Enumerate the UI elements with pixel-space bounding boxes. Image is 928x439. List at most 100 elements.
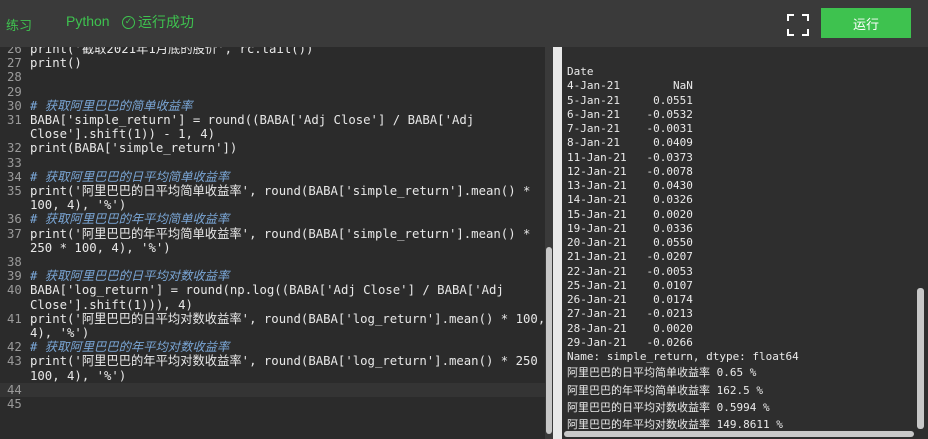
line-number: 39: [7, 269, 22, 284]
code-line[interactable]: 31 BABA['simple_return'] = round((BABA['A…: [0, 113, 545, 127]
output-line: Date: [567, 65, 594, 78]
code-line[interactable]: Close'].shift(1))), 4): [0, 298, 545, 312]
output-line: 20-Jan-21 0.0550: [567, 236, 693, 249]
fullscreen-icon[interactable]: [786, 13, 810, 37]
code-text: Close'].shift(1)) - 1, 4): [30, 127, 216, 142]
code-line[interactable]: 33: [0, 156, 545, 170]
output-line: 7-Jan-21 -0.0031: [567, 122, 693, 135]
output-line: 19-Jan-21 0.0336: [567, 221, 693, 235]
line-number: 45: [7, 397, 22, 412]
code-line[interactable]: 4), '%'): [0, 326, 545, 340]
run-status: ✓ 运行成功: [122, 12, 194, 32]
line-number: 26: [7, 47, 22, 56]
code-line[interactable]: 26 print('截取2021年1月底的股价', rc.tail()): [0, 47, 545, 56]
code-text: print('阿里巴巴的年平均对数收益率', round(BABA['log_r…: [30, 354, 545, 369]
output-lines: Date 4-Jan-21 NaN 5-Jan-21 0.0551 6-Jan-21 …: [567, 65, 799, 433]
code-line[interactable]: 41 print('阿里巴巴的日平均对数收益率', round(BABA['log…: [0, 312, 545, 326]
code-comment: # 获取阿里巴巴的年平均简单收益率: [30, 212, 230, 227]
output-line: 22-Jan-21 -0.0053: [567, 264, 693, 278]
line-number: 41: [7, 311, 22, 326]
code-line[interactable]: 100, 4), '%'): [0, 369, 545, 383]
line-number: 35: [7, 184, 22, 199]
output-line: 28-Jan-21 0.0020: [567, 321, 693, 335]
code-line[interactable]: 43 print('阿里巴巴的年平均对数收益率', round(BABA['log…: [0, 354, 545, 368]
code-text: print('阿里巴巴的日平均简单收益率', round(BABA['simpl…: [30, 184, 531, 199]
line-number: [0, 369, 30, 383]
code-line[interactable]: 28: [0, 70, 545, 84]
line-number: 42: [7, 340, 22, 355]
code-text: BABA['simple_return'] = round((BABA['Adj…: [30, 113, 475, 128]
code-text: 250 * 100, 4), '%'): [30, 240, 171, 255]
code-text: print(BABA['simple_return']): [30, 141, 238, 156]
editor-scrollbar-thumb[interactable]: [546, 247, 552, 434]
code-text: BABA['log_return'] = round(np.log((BABA[…: [30, 283, 504, 298]
code-text: 4), '%'): [30, 326, 90, 341]
line-number: [0, 326, 30, 340]
line-number: 27: [7, 56, 22, 71]
code-line[interactable]: 40 BABA['log_return'] = round(np.log((BAB…: [0, 283, 545, 297]
code-line[interactable]: 29: [0, 85, 545, 99]
code-editor[interactable]: 26 print('截取2021年1月底的股价', rc.tail()) 27 pri…: [0, 47, 545, 439]
line-number: 38: [7, 255, 22, 270]
run-button[interactable]: 运行: [821, 8, 911, 38]
code-comment: # 获取阿里巴巴的简单收益率: [30, 98, 193, 113]
output-line: 29-Jan-21 -0.0266: [567, 335, 693, 349]
output-line: 12-Jan-21 -0.0078: [567, 164, 693, 178]
output-line: 25-Jan-21 0.0107: [567, 278, 693, 292]
code-line[interactable]: 45: [0, 397, 545, 411]
line-number: 31: [7, 113, 22, 128]
output-line: 11-Jan-21 -0.0373: [567, 150, 693, 164]
code-line[interactable]: 250 * 100, 4), '%'): [0, 241, 545, 255]
tab-practice[interactable]: 练习: [6, 15, 32, 34]
code-line[interactable]: 34 # 获取阿里巴巴的日平均简单收益率: [0, 170, 545, 184]
output-line: 13-Jan-21 0.0430: [567, 179, 693, 192]
editor-scrollbar[interactable]: [545, 47, 553, 439]
output-line: 6-Jan-21 -0.0532: [567, 107, 693, 121]
code-text: print('阿里巴巴的日平均对数收益率', round(BABA['log_r…: [30, 311, 545, 326]
line-number: [0, 127, 30, 141]
pane-divider[interactable]: [553, 47, 562, 439]
line-number: [0, 198, 30, 212]
line-number: 44: [7, 382, 22, 397]
output-vertical-scrollbar[interactable]: [917, 288, 924, 429]
output-result-line: 阿里巴巴的日平均对数收益率 0.5994 %: [567, 400, 770, 414]
line-number: 34: [7, 169, 22, 184]
run-status-text: 运行成功: [138, 15, 194, 31]
line-number: [0, 298, 30, 312]
code-line[interactable]: 32 print(BABA['simple_return']): [0, 141, 545, 155]
line-number: 43: [7, 354, 22, 369]
code-line[interactable]: 39 # 获取阿里巴巴的日平均对数收益率: [0, 269, 545, 283]
code-text: print(): [30, 56, 82, 71]
output-horizontal-scrollbar[interactable]: [564, 431, 914, 437]
output-line: 27-Jan-21 -0.0213: [567, 307, 693, 321]
top-toolbar: 练习 Python ✓ 运行成功 运行: [0, 0, 928, 47]
output-console: Date 4-Jan-21 NaN 5-Jan-21 0.0551 6-Jan-21 …: [562, 47, 928, 439]
code-line[interactable]: 44: [0, 382, 545, 398]
code-line[interactable]: 36 # 获取阿里巴巴的年平均简单收益率: [0, 212, 545, 226]
output-line: 14-Jan-21 0.0326: [567, 193, 693, 207]
code-line[interactable]: 27 print(): [0, 56, 545, 70]
output-line: 21-Jan-21 -0.0207: [567, 250, 693, 264]
output-line: 26-Jan-21 0.0174: [567, 293, 693, 306]
code-line[interactable]: 38: [0, 255, 545, 269]
language-label: Python: [66, 13, 110, 29]
code-line[interactable]: 42 # 获取阿里巴巴的年平均对数收益率: [0, 340, 545, 354]
code-text: 100, 4), '%'): [30, 368, 127, 383]
output-result-line: 阿里巴巴的年平均简单收益率 162.5 %: [567, 383, 763, 397]
line-number: [0, 241, 30, 255]
code-line[interactable]: 100, 4), '%'): [0, 198, 545, 212]
code-line[interactable]: 35 print('阿里巴巴的日平均简单收益率', round(BABA['sim…: [0, 184, 545, 198]
code-text: print('阿里巴巴的年平均简单收益率', round(BABA['simpl…: [30, 226, 531, 241]
code-comment: # 获取阿里巴巴的日平均对数收益率: [30, 269, 230, 284]
line-number: 29: [7, 84, 22, 99]
code-text: Close'].shift(1))), 4): [30, 297, 193, 312]
output-line: 15-Jan-21 0.0020: [567, 207, 693, 221]
code-comment: # 获取阿里巴巴的日平均简单收益率: [30, 169, 230, 184]
code-line[interactable]: 30 # 获取阿里巴巴的简单收益率: [0, 99, 545, 113]
output-line: 4-Jan-21 NaN: [567, 79, 693, 93]
code-text: 100, 4), '%'): [30, 198, 127, 213]
code-line[interactable]: 37 print('阿里巴巴的年平均简单收益率', round(BABA['sim…: [0, 227, 545, 241]
code-line[interactable]: Close'].shift(1)) - 1, 4): [0, 127, 545, 141]
line-number: 32: [7, 141, 22, 156]
line-number: 40: [7, 283, 22, 298]
